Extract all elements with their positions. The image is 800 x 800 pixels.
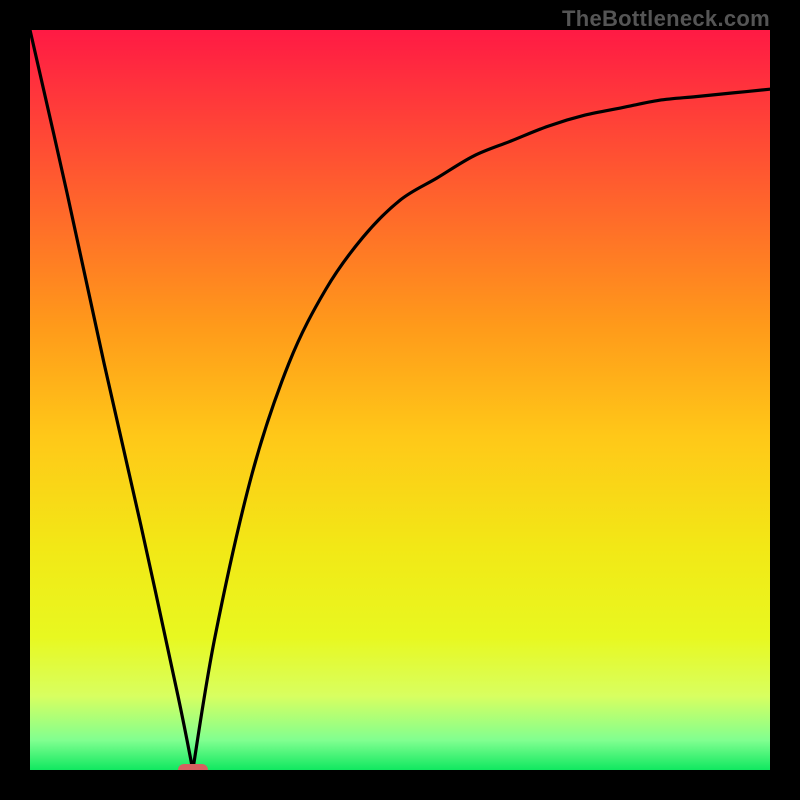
minimum-marker [178,764,208,770]
watermark-text: TheBottleneck.com [562,6,770,32]
bottleneck-curve [30,30,770,770]
plot-area [30,30,770,770]
curve-layer [30,30,770,770]
chart-frame: TheBottleneck.com [0,0,800,800]
